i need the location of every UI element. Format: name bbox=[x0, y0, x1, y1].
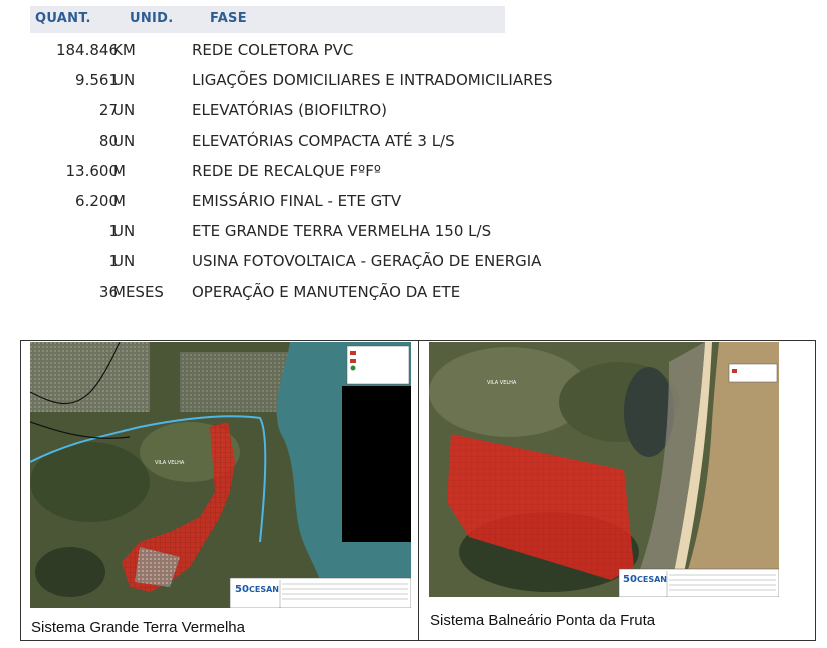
cell-unid: UN bbox=[113, 131, 136, 150]
cell-unid: KM bbox=[113, 41, 136, 59]
cell-fase: ETE GRANDE TERRA VERMELHA 150 L/S bbox=[192, 222, 492, 241]
header-unid: UNID. bbox=[130, 11, 174, 26]
cell-unid: M bbox=[113, 191, 126, 210]
cell-quant: 80 bbox=[98, 131, 118, 150]
cesan-logo-text: CESAN bbox=[249, 585, 279, 594]
cell-fase: REDE DE RECALQUE FºFº bbox=[192, 161, 381, 180]
table-row: 80 UN ELEVATÓRIAS COMPACTA ATÉ 3 L/S bbox=[30, 129, 590, 159]
cesan-logo-text: CESAN bbox=[637, 575, 667, 584]
cell-unid: UN bbox=[113, 222, 136, 241]
table-row: 9.561 UN LIGAÇÕES DOMICILIARES E INTRADO… bbox=[30, 68, 590, 98]
cell-fase: OPERAÇÃO E MANUTENÇÃO DA ETE bbox=[192, 282, 461, 301]
table-row: 36 MESES OPERAÇÃO E MANUTENÇÃO DA ETE bbox=[30, 280, 590, 310]
header-quant: QUANT. bbox=[35, 11, 91, 26]
cell-fase: USINA FOTOVOLTAICA - GERAÇÃO DE ENERGIA bbox=[192, 252, 542, 271]
cell-unid: MESES bbox=[113, 282, 164, 301]
cell-fase: ELEVATÓRIAS (BIOFILTRO) bbox=[192, 101, 388, 120]
caption-grande-terra-vermelha: Sistema Grande Terra Vermelha bbox=[31, 619, 245, 636]
table-row: 1 UN ETE GRANDE TERRA VERMELHA 150 L/S bbox=[30, 219, 590, 249]
table-row: 6.200 M EMISSÁRIO FINAL - ETE GTV bbox=[30, 189, 590, 219]
cell-unid: UN bbox=[113, 71, 136, 90]
cell-fase: ELEVATÓRIAS COMPACTA ATÉ 3 L/S bbox=[192, 131, 455, 150]
cesan-logo-number: 50 bbox=[623, 574, 637, 585]
cell-quant: 6.200 bbox=[75, 191, 118, 210]
caption-ponta-da-fruta: Sistema Balneário Ponta da Fruta bbox=[430, 612, 656, 629]
cell-quant: 1 bbox=[108, 222, 118, 241]
map-panels: 50 CESAN VILA VELHA 50 CESAN VILA VELHA … bbox=[20, 340, 816, 641]
cell-unid: UN bbox=[113, 101, 136, 120]
cell-quant: 1 bbox=[108, 252, 118, 271]
table-row: 13.600 M REDE DE RECALQUE FºFº bbox=[30, 159, 590, 189]
cell-quant: 9.561 bbox=[75, 71, 118, 90]
cell-fase: EMISSÁRIO FINAL - ETE GTV bbox=[192, 191, 402, 210]
satellite-map-2: 50 CESAN VILA VELHA bbox=[429, 342, 779, 597]
map-grande-terra-vermelha: 50 CESAN VILA VELHA bbox=[30, 342, 411, 608]
cell-fase: REDE COLETORA PVC bbox=[192, 41, 354, 59]
table-row: 27 UN ELEVATÓRIAS (BIOFILTRO) bbox=[30, 98, 590, 128]
cell-fase: LIGAÇÕES DOMICILIARES E INTRADOMICILIARE… bbox=[192, 71, 553, 90]
table-row: 184.846 KM REDE COLETORA PVC bbox=[30, 38, 590, 68]
table-row: 1 UN USINA FOTOVOLTAICA - GERAÇÃO DE ENE… bbox=[30, 249, 590, 279]
cell-quant: 13.600 bbox=[65, 161, 119, 180]
map-place-label: VILA VELHA bbox=[155, 460, 185, 466]
quantities-table: QUANT. UNID. FASE 184.846 KM REDE COLETO… bbox=[30, 6, 553, 301]
cell-unid: UN bbox=[113, 252, 136, 271]
table-header: QUANT. UNID. FASE bbox=[30, 6, 505, 33]
cell-quant: 27 bbox=[98, 101, 118, 120]
map-place-label: VILA VELHA bbox=[487, 380, 517, 386]
panel-divider bbox=[418, 341, 419, 640]
map-ponta-da-fruta: 50 CESAN VILA VELHA bbox=[429, 342, 779, 597]
satellite-map-1: 50 CESAN VILA VELHA bbox=[30, 342, 411, 608]
header-fase: FASE bbox=[210, 11, 247, 26]
cesan-logo-number: 50 bbox=[235, 584, 249, 595]
cell-unid: M bbox=[113, 161, 126, 180]
cell-quant: 36 bbox=[98, 282, 118, 301]
table-body: 184.846 KM REDE COLETORA PVC 9.561 UN LI… bbox=[30, 38, 590, 310]
cell-quant: 184.846 bbox=[55, 41, 118, 59]
